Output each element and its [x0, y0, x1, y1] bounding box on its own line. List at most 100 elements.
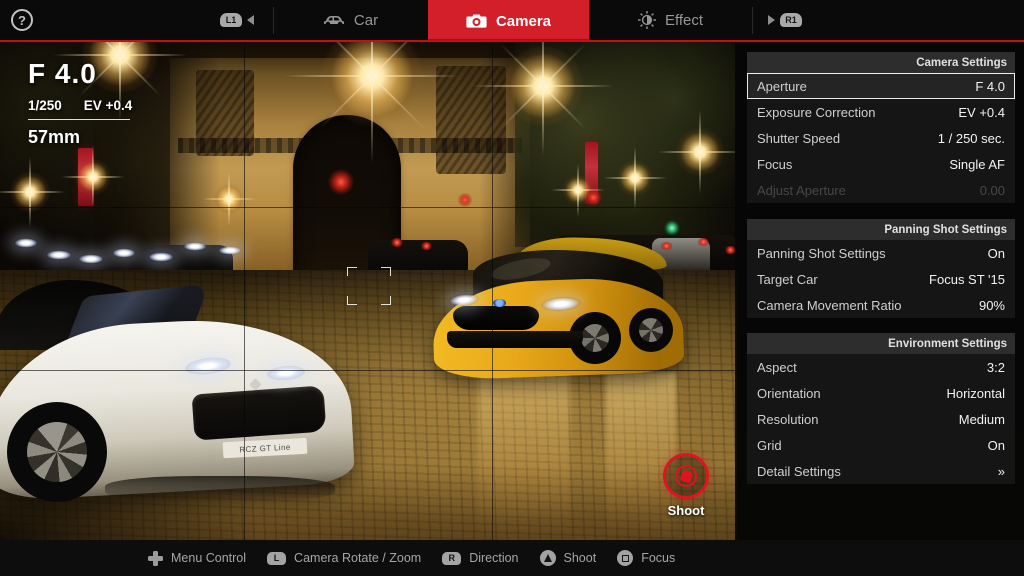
divider	[752, 7, 753, 34]
ford-badge-icon	[493, 299, 506, 307]
settings-row[interactable]: Focus Single AF	[747, 151, 1015, 177]
controller-hint: R Direction	[442, 551, 519, 565]
settings-row[interactable]: Resolution Medium	[747, 406, 1015, 432]
setting-label: Adjust Aperture	[757, 182, 846, 198]
panel-title: Panning Shot Settings	[884, 223, 1007, 236]
settings-row[interactable]: Shutter Speed 1 / 250 sec.	[747, 125, 1015, 151]
license-plate-text: RCZ GT Line	[239, 442, 291, 454]
settings-row[interactable]: Grid On	[747, 432, 1015, 458]
focus-rear-rim	[639, 318, 663, 342]
hud-aperture-value: F 4.0	[28, 58, 97, 89]
tab-effect-label: Effect	[664, 11, 704, 29]
settings-row[interactable]: Aspect 3:2	[747, 354, 1015, 380]
setting-value: 90%	[978, 297, 1005, 313]
setting-label: Grid	[757, 437, 782, 453]
setting-label: Orientation	[757, 385, 821, 401]
setting-value: 0.00	[979, 182, 1005, 198]
scene-arc-relief	[436, 66, 506, 174]
setting-label: Exposure Correction	[757, 104, 876, 120]
controller-hint-label: Direction	[469, 551, 519, 565]
setting-label: Camera Movement Ratio	[757, 297, 902, 313]
scene-car-peugeot-rcz: RCZ GT Line	[0, 280, 356, 535]
shutter-icon	[675, 465, 697, 487]
focus-frame	[347, 267, 391, 305]
setting-value: On	[987, 437, 1005, 453]
right-stick-icon: R	[442, 551, 462, 565]
arrow-left-icon	[247, 15, 254, 25]
settings-row[interactable]: Target Car Focus ST '15	[747, 266, 1015, 292]
camera-icon	[466, 13, 487, 29]
controller-hint: Focus	[617, 550, 675, 566]
setting-value: On	[987, 245, 1005, 261]
scene-headlight	[78, 254, 104, 264]
left-stick-icon: L	[267, 551, 287, 565]
setting-value: 3:2	[986, 359, 1005, 375]
arrow-right-icon	[768, 15, 775, 25]
tab-camera[interactable]: Camera	[428, 0, 589, 42]
setting-label: Panning Shot Settings	[757, 245, 886, 261]
scene-headlight	[46, 250, 72, 260]
tab-car-label: Car	[353, 11, 379, 29]
settings-panel: Environment Settings Aspect 3:2 Orientation…	[747, 333, 1015, 484]
setting-value: Focus ST '15	[929, 271, 1005, 287]
rcz-grille	[191, 385, 327, 441]
focus-bumper	[447, 331, 583, 348]
settings-row: Adjust Aperture 0.00	[747, 177, 1015, 203]
tab-prev-control[interactable]: L1	[220, 13, 254, 27]
controller-hint-label: Shoot	[563, 551, 597, 565]
grid-line-horizontal	[0, 207, 737, 208]
setting-label: Shutter Speed	[757, 130, 841, 146]
setting-value: Horizontal	[946, 385, 1005, 401]
settings-panel: Camera Settings Aperture F 4.0 Exposure Cor…	[747, 52, 1015, 203]
focus-front-rim	[581, 324, 609, 352]
scene-headlight	[112, 248, 136, 258]
scene-headlight	[148, 252, 174, 262]
tab-camera-label: Camera	[495, 12, 552, 30]
scene-taillight	[390, 238, 404, 247]
setting-label: Focus	[757, 156, 793, 172]
setting-value: F 4.0	[975, 78, 1005, 94]
top-nav-bar: ? L1 Car Camera Effect R1	[0, 0, 1024, 42]
rcz-rim	[27, 422, 87, 482]
help-icon: ?	[18, 12, 26, 28]
controller-hint-label: Focus	[641, 551, 676, 565]
hud-focal-length-value: 57mm	[28, 127, 81, 147]
scene-arc-attic	[170, 42, 530, 58]
settings-row[interactable]: Camera Movement Ratio 90%	[747, 292, 1015, 318]
l1-button-icon: L1	[220, 13, 242, 27]
controller-hint-label: Menu Control	[171, 551, 247, 565]
controller-hint: Shoot	[539, 550, 597, 566]
setting-value: Single AF	[949, 156, 1005, 172]
help-button[interactable]: ?	[11, 9, 33, 31]
settings-row[interactable]: Exposure Correction EV +0.4	[747, 99, 1015, 125]
setting-label: Detail Settings	[757, 463, 841, 479]
scene-trees-right	[515, 42, 737, 247]
settings-row[interactable]: Panning Shot Settings On	[747, 240, 1015, 266]
settings-row[interactable]: Detail Settings »	[747, 458, 1015, 484]
tab-car[interactable]: Car	[273, 0, 428, 40]
controller-hint-label: Camera Rotate / Zoom	[294, 551, 422, 565]
panel-title: Environment Settings	[888, 337, 1007, 350]
grid-line-horizontal	[0, 370, 737, 371]
car-icon	[323, 13, 345, 27]
panel-header: Camera Settings	[747, 52, 1015, 73]
setting-value: Medium	[958, 411, 1005, 427]
scene-headlight	[14, 238, 38, 248]
effect-icon	[637, 11, 656, 29]
settings-row[interactable]: Aperture F 4.0	[747, 73, 1015, 99]
grid-line-vertical	[244, 42, 245, 540]
dpad-icon	[148, 550, 163, 566]
scene-headlight	[218, 246, 242, 255]
setting-value: »	[997, 463, 1005, 479]
controller-hint-bar: Menu Control L Camera Rotate / Zoom R Direct…	[0, 540, 1024, 576]
settings-row[interactable]: Orientation Horizontal	[747, 380, 1015, 406]
setting-label: Target Car	[757, 271, 818, 287]
tab-effect[interactable]: Effect	[589, 0, 752, 40]
setting-value: EV +0.4	[958, 104, 1005, 120]
setting-label: Aspect	[757, 359, 797, 375]
triangle-button-icon	[539, 550, 556, 566]
controller-hint: L Camera Rotate / Zoom	[267, 551, 421, 565]
tab-next-control[interactable]: R1	[768, 13, 802, 27]
shoot-button[interactable]	[663, 453, 709, 499]
photo-mode-screen: ? L1 Car Camera Effect R1 RCZ GT Line F …	[0, 0, 1024, 576]
